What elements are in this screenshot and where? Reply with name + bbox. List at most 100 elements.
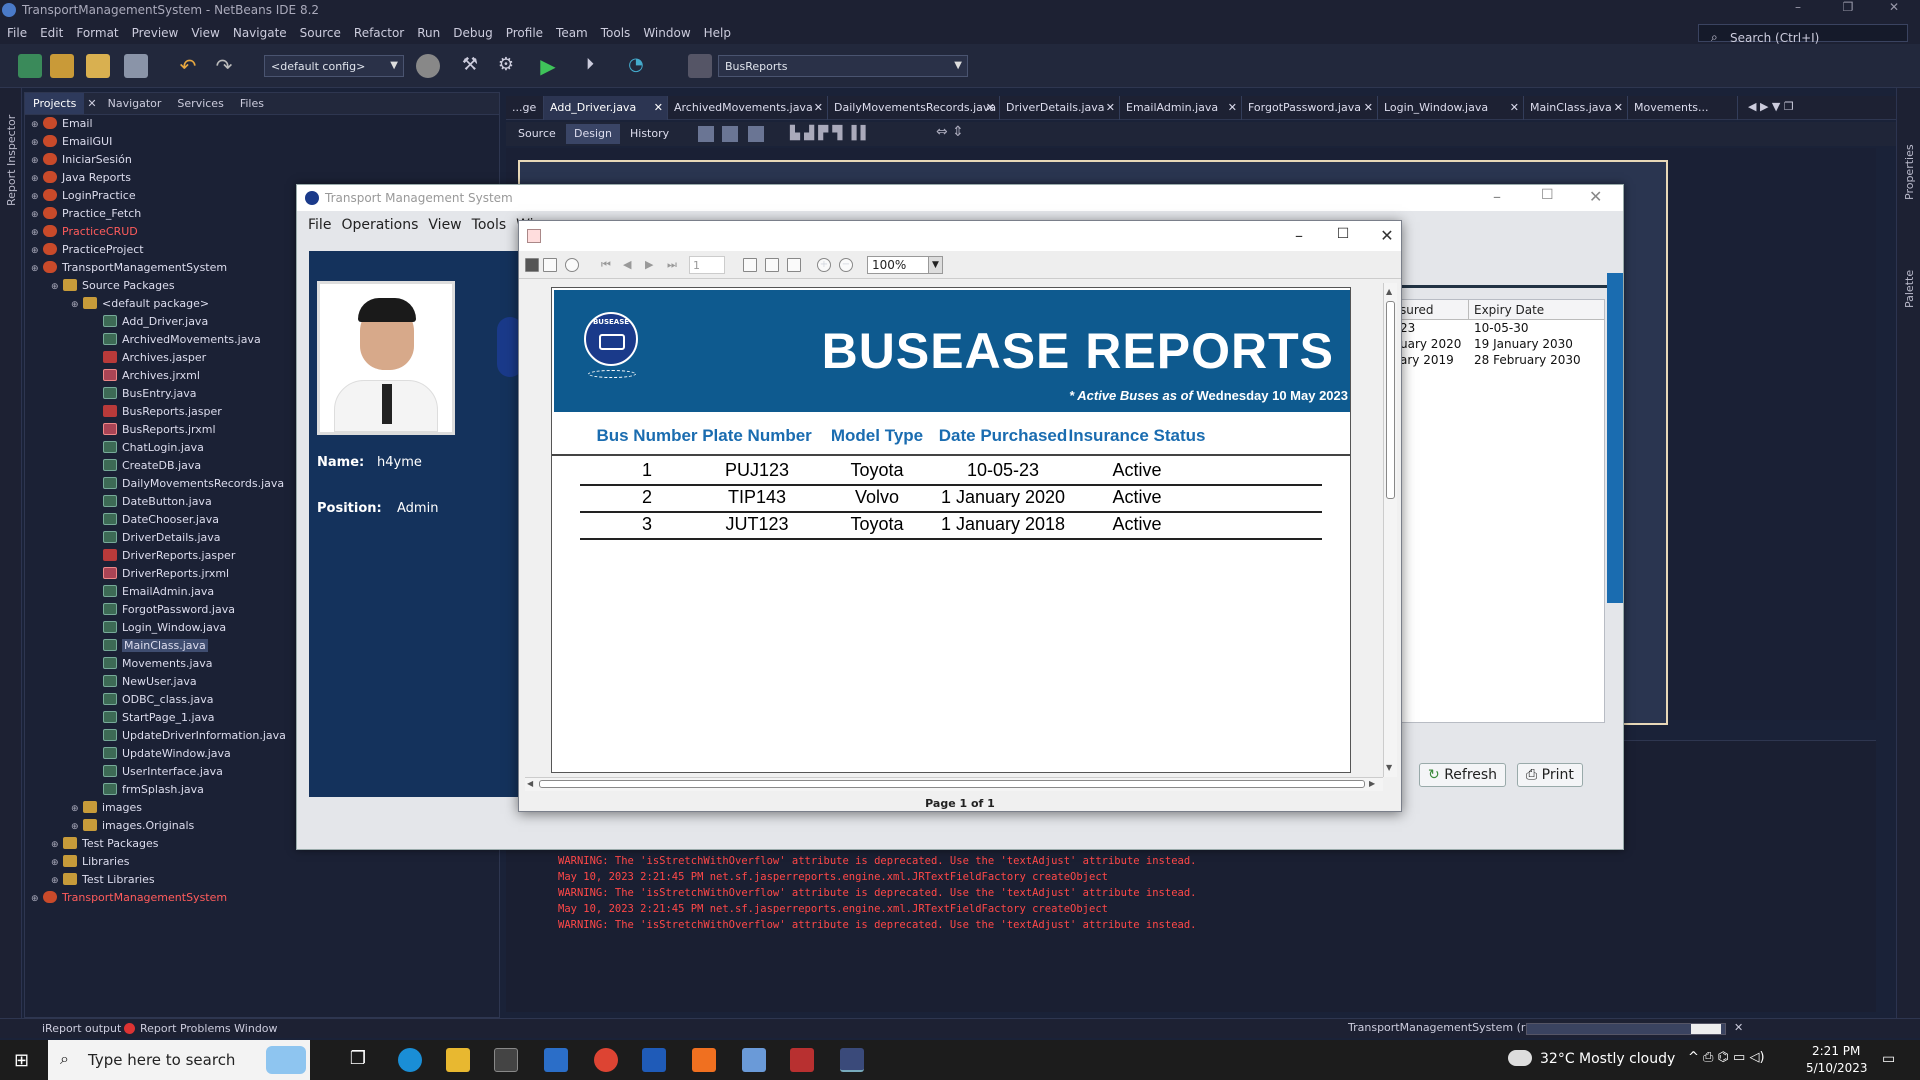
print-button[interactable]: ⎙ Print	[1517, 763, 1583, 787]
expand-icon[interactable]: ⊕	[31, 120, 43, 130]
open-project-icon[interactable]	[86, 54, 110, 78]
selection-icon[interactable]	[698, 126, 714, 142]
menu-tools[interactable]: Tools	[594, 22, 637, 40]
refresh-button[interactable]: ↻ Refresh	[1419, 763, 1507, 787]
tree-item[interactable]: MainClass.java	[91, 639, 208, 657]
tree-item[interactable]: ⊕ Practice_Fetch	[31, 207, 141, 225]
expand-icon[interactable]: ⊕	[51, 858, 63, 868]
tree-item[interactable]: ForgotPassword.java	[91, 603, 235, 621]
close-button[interactable]: ✕	[1365, 226, 1409, 245]
close-icon[interactable]: ✕	[814, 101, 823, 114]
save-all-icon[interactable]	[124, 54, 148, 78]
tree-item[interactable]: frmSplash.java	[91, 783, 204, 801]
fit-width-icon[interactable]	[787, 258, 801, 272]
tree-item[interactable]: DriverDetails.java	[91, 531, 221, 549]
config-select[interactable]: <default config> ▼	[264, 55, 404, 77]
maximize-button[interactable]: ❐	[1826, 0, 1870, 22]
editor-tab[interactable]: ...ge	[506, 96, 544, 120]
search-input[interactable]: ⌕ Search (Ctrl+I)	[1698, 24, 1908, 45]
tree-item[interactable]: ⊕ Source Packages	[51, 279, 175, 297]
fit-page-icon[interactable]	[765, 258, 779, 272]
tree-item[interactable]: Archives.jasper	[91, 351, 206, 369]
tree-item[interactable]: ⊕ EmailGUI	[31, 135, 112, 153]
store-icon[interactable]	[494, 1048, 518, 1072]
tree-item[interactable]: ODBC_class.java	[91, 693, 214, 711]
editor-tab[interactable]: Login_Window.java ✕	[1378, 96, 1524, 120]
expand-icon[interactable]: ⊕	[31, 894, 43, 904]
editor-tab[interactable]: DailyMovementsRecords.java ✕	[828, 96, 1000, 120]
maximize-button[interactable]: ☐	[1541, 187, 1554, 203]
new-file-icon[interactable]	[18, 54, 42, 78]
scroll-thumb[interactable]	[1386, 301, 1395, 499]
tms-menu-file[interactable]: File	[303, 217, 336, 233]
tree-item[interactable]: Login_Window.java	[91, 621, 226, 639]
column-header[interactable]: Expiry Date	[1474, 303, 1544, 317]
close-icon[interactable]: ✕	[654, 101, 663, 114]
editor-tab[interactable]: DriverDetails.java ✕	[1000, 96, 1120, 120]
connection-icon[interactable]	[722, 126, 738, 142]
chrome-icon[interactable]	[594, 1048, 618, 1072]
tray-icons[interactable]: ^ ⎙ ⌬ ▭ ◁)	[1688, 1050, 1765, 1065]
zoom-in-icon[interactable]: +	[817, 258, 831, 272]
tree-item[interactable]: ⊕ images.Originals	[71, 819, 194, 837]
menu-help[interactable]: Help	[697, 22, 737, 40]
tree-item[interactable]: ChatLogin.java	[91, 441, 204, 459]
tree-item[interactable]: DateButton.java	[91, 495, 212, 513]
tree-item[interactable]: UserInterface.java	[91, 765, 223, 783]
menu-debug[interactable]: Debug	[446, 22, 498, 40]
report-inspector-tab[interactable]: Report Inspector	[5, 115, 18, 206]
print-icon[interactable]	[543, 258, 557, 272]
menu-team[interactable]: Team	[549, 22, 594, 40]
tree-item[interactable]: BusReports.jasper	[91, 405, 222, 423]
palette-tab[interactable]: Palette	[1903, 270, 1916, 308]
report-problems-tab[interactable]: Report Problems Window	[140, 1022, 278, 1035]
scroll-right-icon[interactable]: ▶	[1369, 779, 1375, 788]
close-icon[interactable]: ✕	[1364, 101, 1373, 114]
menu-profile[interactable]: Profile	[499, 22, 549, 40]
expand-icon[interactable]: ⊕	[31, 210, 43, 220]
editor-tab[interactable]: ForgotPassword.java ✕	[1242, 96, 1378, 120]
tree-item[interactable]: ⊕ Test Packages	[51, 837, 158, 855]
actual-size-icon[interactable]	[743, 258, 757, 272]
close-icon[interactable]: ✕	[1510, 101, 1519, 114]
tree-item[interactable]: Movements.java	[91, 657, 213, 675]
column-header[interactable]: sured	[1400, 303, 1434, 317]
table-row[interactable]: ary 2019 28 February 2030	[1398, 352, 1604, 368]
xampp-icon[interactable]	[692, 1048, 716, 1072]
expand-icon[interactable]: ⊕	[71, 822, 83, 832]
menu-file[interactable]: File	[0, 22, 33, 40]
close-icon[interactable]: ✕	[84, 93, 99, 114]
task-view-icon[interactable]: ❐	[346, 1048, 370, 1072]
edge-icon[interactable]	[398, 1048, 422, 1072]
tree-item[interactable]: DailyMovementsRecords.java	[91, 477, 284, 495]
expand-icon[interactable]: ⊕	[31, 264, 43, 274]
menu-format[interactable]: Format	[69, 22, 124, 40]
run-target-select[interactable]: BusReports ▼	[718, 55, 968, 77]
editor-tab[interactable]: Movements...	[1628, 96, 1738, 120]
save-icon[interactable]	[525, 258, 539, 272]
clock-date[interactable]: 5/10/2023	[1806, 1061, 1868, 1075]
file-explorer-icon[interactable]	[446, 1048, 470, 1072]
tree-item[interactable]: ⊕ images	[71, 801, 142, 819]
clock-time[interactable]: 2:21 PM	[1812, 1044, 1860, 1058]
menu-navigate[interactable]: Navigate	[226, 22, 293, 40]
last-page-icon[interactable]: ⏭	[667, 258, 681, 272]
tab-navigator[interactable]: Navigator	[100, 93, 170, 114]
tab-projects[interactable]: Projects	[25, 93, 85, 114]
tree-item[interactable]: ⊕ Email	[31, 117, 93, 135]
expand-icon[interactable]: ⊕	[31, 246, 43, 256]
menu-preview[interactable]: Preview	[125, 22, 185, 40]
tree-item[interactable]: ⊕ PracticeCRUD	[31, 225, 138, 243]
tms-menu-view[interactable]: View	[423, 217, 466, 233]
expand-icon[interactable]: ⊕	[51, 282, 63, 292]
previous-page-icon[interactable]: ◀	[623, 258, 637, 272]
expand-icon[interactable]: ⊕	[31, 228, 43, 238]
scroll-up-icon[interactable]: ▲	[1386, 287, 1392, 296]
tree-item[interactable]: UpdateDriverInformation.java	[91, 729, 286, 747]
tms-menu-operations[interactable]: Operations	[336, 217, 423, 233]
table-row[interactable]: 23 10-05-30	[1398, 320, 1604, 336]
editor-tab[interactable]: Add_Driver.java ✕	[544, 96, 668, 120]
editor-tab[interactable]: MainClass.java ✕	[1524, 96, 1628, 120]
zoom-select[interactable]: 100% ▼	[867, 256, 943, 274]
menu-source[interactable]: Source	[293, 22, 347, 40]
